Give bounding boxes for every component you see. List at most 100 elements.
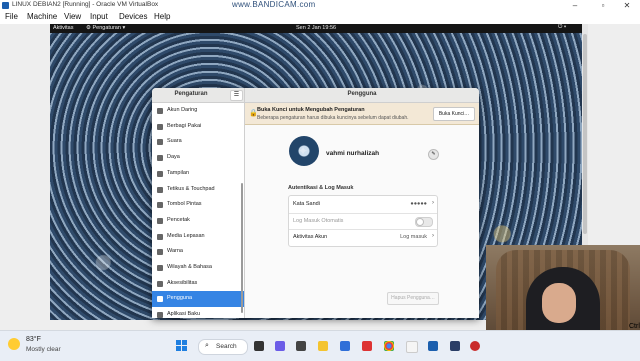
sidebar-item-tetikus-touchpad[interactable]: Tetikus & Touchpad	[152, 182, 244, 198]
menu-input[interactable]: Input	[90, 12, 108, 21]
task-view-icon[interactable]	[254, 341, 264, 351]
sidebar-item-label: Tombol Pintas	[167, 201, 202, 208]
unlock-banner: 🔒 Buka Kunci untuk Mengubah Pengaturan B…	[245, 103, 479, 125]
sidebar-scrollbar[interactable]	[241, 183, 243, 313]
sidebar-item-daya[interactable]: Daya	[152, 150, 244, 166]
main-header: Pengguna	[245, 88, 479, 103]
sidebar-item-label: Daya	[167, 154, 180, 161]
auth-list: Kata Sandi ●●●●● › Log Masuk Otomatis Ak…	[288, 195, 438, 247]
widgets-icon[interactable]	[296, 341, 306, 351]
remove-user-button[interactable]: Hapus Pengguna…	[387, 292, 439, 305]
chrome-icon[interactable]	[384, 341, 394, 351]
sidebar-item-media-lepasan[interactable]: Media Lepasan	[152, 229, 244, 245]
menu-devices[interactable]: Devices	[119, 12, 147, 21]
edge-icon[interactable]	[340, 341, 350, 351]
watermark-text: www.BANDICAM.com	[232, 0, 316, 9]
maximize-icon[interactable]: ▫	[592, 0, 614, 11]
users-icon	[157, 296, 163, 303]
menu-bar: File Machine View Input Devices Help	[0, 11, 640, 24]
mouse-icon	[157, 186, 163, 193]
auto-login-label: Log Masuk Otomatis	[293, 217, 344, 224]
sidebar-item-label: Media Lepasan	[167, 232, 205, 239]
sidebar-item-label: Wilayah & Bahasa	[167, 264, 212, 270]
weather-description[interactable]: Mostly clear	[26, 346, 61, 353]
chevron-right-icon: ›	[432, 233, 434, 239]
keyboard-icon	[157, 202, 163, 209]
mcafee-icon[interactable]	[362, 341, 372, 351]
account-activity-row[interactable]: Aktivitas Akun Log masuk ›	[289, 229, 437, 246]
sidebar-item-wilayah-bahasa[interactable]: Wilayah & Bahasa	[152, 260, 244, 276]
app-menu-button[interactable]: ⚙ Pengaturan ▾	[86, 25, 125, 31]
printer-icon	[157, 217, 163, 224]
menu-machine[interactable]: Machine	[27, 12, 57, 21]
password-label: Kata Sandi	[293, 201, 320, 207]
clock[interactable]: Sen 2 Jan 19:56	[296, 25, 336, 31]
weather-temperature[interactable]: 83°F	[26, 336, 41, 343]
activities-button[interactable]: Aktivitas	[53, 25, 73, 31]
unlock-subtitle: Beberapa pengaturan harus dibuka kunciny…	[257, 115, 409, 121]
sidebar-item-warna[interactable]: Warna	[152, 244, 244, 260]
sidebar-header: Pengaturan ☰	[152, 88, 245, 103]
scrollbar-thumb[interactable]	[583, 34, 587, 234]
sidebar-item-label: Berbagi Pakai	[167, 122, 202, 129]
system-menu-icon[interactable]: ⏻ ▾	[558, 24, 566, 31]
taskbar-search[interactable]: ⌕ Search	[198, 339, 248, 355]
hamburger-menu-icon[interactable]: ☰	[230, 90, 243, 101]
windows-start-icon[interactable]	[176, 340, 188, 352]
chat-icon[interactable]	[275, 341, 285, 351]
sidebar-item-label: Pengguna	[167, 295, 193, 302]
taskbar: 83°F Mostly clear ⌕ Search	[0, 330, 640, 361]
password-value: ●●●●●	[410, 201, 427, 207]
toggle-knob	[416, 217, 424, 226]
sidebar-item-berbagi-pakai[interactable]: Berbagi Pakai	[152, 119, 244, 135]
sidebar-item-label: Tampilan	[167, 169, 190, 176]
sidebar-item-akun-daring[interactable]: Akun Daring	[152, 103, 244, 119]
record-icon[interactable]	[470, 341, 480, 351]
sidebar-item-pencetak[interactable]: Pencetak	[152, 213, 244, 229]
sidebar-item-label: Suara	[167, 138, 182, 145]
chevron-down-icon: ▾	[120, 25, 126, 31]
globe-icon	[157, 265, 163, 271]
sidebar-item-aksesibilitas[interactable]: Aksesibilitas	[152, 276, 244, 292]
sidebar-item-label: Akun Daring	[167, 107, 198, 113]
close-icon[interactable]: ✕	[616, 0, 638, 11]
settings-sidebar: Akun Daring Berbagi Pakai Suara Daya Tampila…	[152, 103, 245, 318]
sidebar-item-label: Warna	[167, 248, 183, 255]
window-title: LINUX DEBIAN2 [Running] - Oracle VM Virt…	[12, 1, 159, 8]
sidebar-item-aplikasi-baku[interactable]: Aplikasi Baku	[152, 307, 244, 318]
sidebar-item-label: Pencetak	[167, 216, 190, 223]
virtualbox-taskbar-icon[interactable]	[428, 341, 438, 351]
menu-help[interactable]: Help	[154, 12, 170, 21]
speaker-icon	[157, 139, 163, 146]
file-explorer-icon[interactable]	[318, 341, 328, 351]
weather-moon-icon[interactable]	[8, 338, 20, 350]
person-face	[542, 283, 576, 323]
auto-login-toggle[interactable]	[415, 216, 433, 227]
sidebar-item-tombol-pintas[interactable]: Tombol Pintas	[152, 197, 244, 213]
avatar-star-icon: ✦	[298, 144, 309, 158]
unlock-title: Buka Kunci untuk Mengubah Pengaturan	[257, 107, 365, 113]
menu-file[interactable]: File	[5, 12, 18, 21]
sidebar-item-pengguna[interactable]: Pengguna	[152, 291, 244, 308]
media-icon	[157, 233, 163, 240]
auto-login-row: Log Masuk Otomatis	[289, 213, 437, 230]
search-label: Search	[216, 343, 237, 350]
sidebar-item-label: Aplikasi Baku	[167, 311, 201, 318]
menu-view[interactable]: View	[64, 12, 81, 21]
cloud-icon	[157, 108, 163, 114]
password-row[interactable]: Kata Sandi ●●●●● ›	[289, 196, 437, 214]
sidebar-item-label: Tetikus & Touchpad	[167, 185, 215, 192]
settings-app-icon[interactable]	[406, 341, 418, 353]
sidebar-item-tampilan[interactable]: Tampilan	[152, 166, 244, 182]
window-titlebar: LINUX DEBIAN2 [Running] - Oracle VM Virt…	[0, 0, 640, 11]
search-icon: ⌕	[205, 342, 209, 349]
bandicam-taskbar-icon[interactable]	[450, 341, 460, 351]
user-name[interactable]: vahmi nurhalizah	[326, 150, 379, 157]
sidebar-item-suara[interactable]: Suara	[152, 134, 244, 150]
minimize-icon[interactable]: –	[564, 0, 586, 11]
edit-name-pencil-icon[interactable]: ✎	[428, 149, 439, 160]
host-key-label: Ctrl	[629, 323, 640, 330]
sidebar-title: Pengaturan	[174, 91, 208, 97]
page-title: Pengguna	[347, 91, 377, 97]
unlock-button[interactable]: Buka Kunci…	[433, 107, 475, 121]
